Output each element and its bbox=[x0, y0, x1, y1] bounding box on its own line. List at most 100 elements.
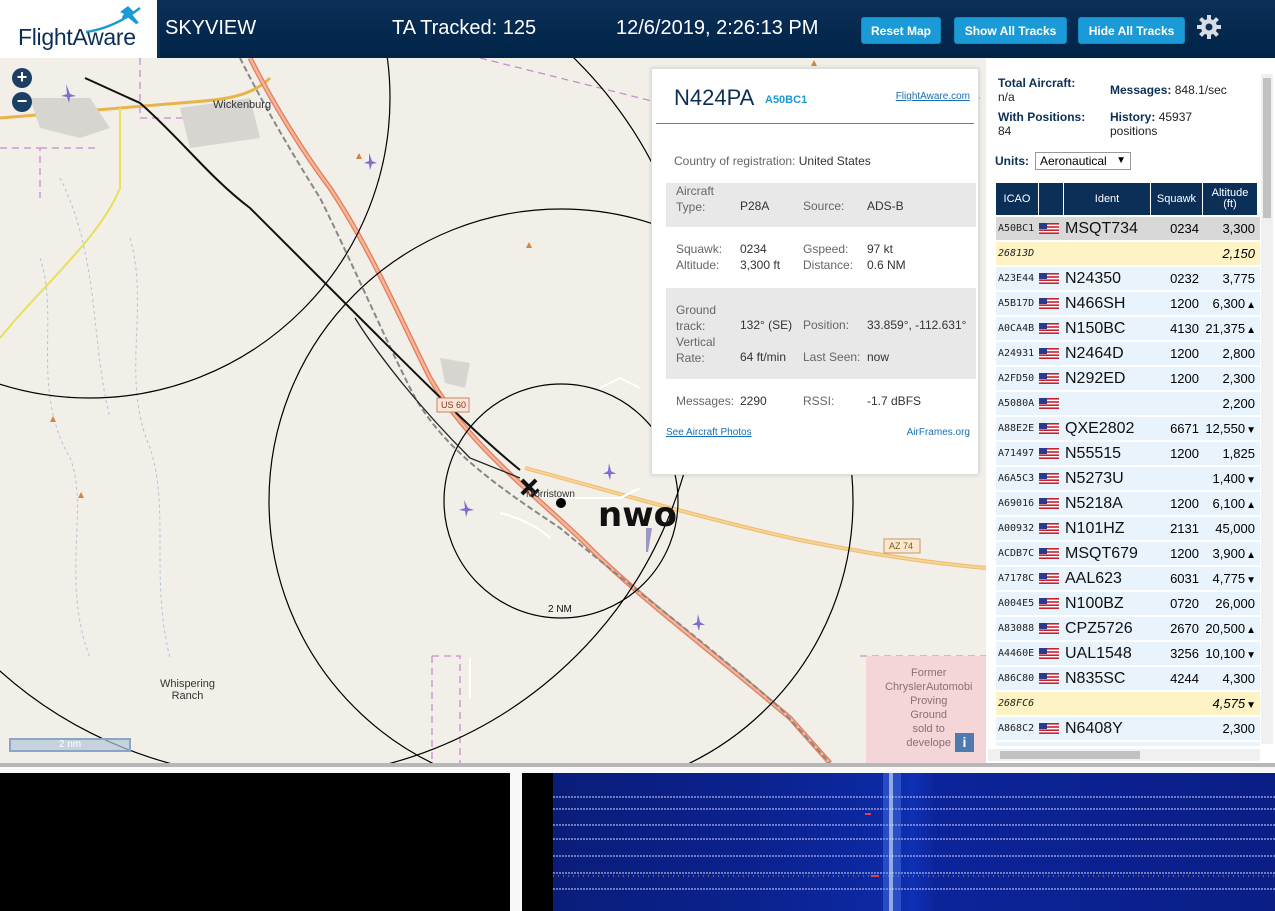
units-select[interactable]: Aeronautical ▼ bbox=[1035, 152, 1131, 170]
rssi-label: RSSI: bbox=[803, 394, 835, 408]
road-shield-us60: US 60 bbox=[441, 400, 467, 410]
zoom-out-button[interactable]: − bbox=[12, 92, 32, 112]
table-row[interactable]: A69016 N5218A 1200 6,100▲ bbox=[996, 492, 1260, 516]
last-seen-label: Last Seen: bbox=[803, 350, 861, 364]
cell-squawk: 0234 bbox=[1170, 221, 1199, 236]
flightaware-logo[interactable]: FlightAware bbox=[0, 0, 160, 58]
cell-icao: A6A5C3 bbox=[998, 473, 1035, 484]
table-row[interactable]: A50BC1 MSQT734 0234 3,300 bbox=[996, 217, 1260, 241]
cell-ident: N835SC bbox=[1065, 669, 1126, 687]
altitude-value: 45,000 bbox=[1215, 521, 1255, 536]
zoom-in-button[interactable]: + bbox=[12, 68, 32, 88]
cell-altitude: 3,300 bbox=[1203, 221, 1258, 236]
cell-squawk: 1200 bbox=[1170, 446, 1199, 461]
table-row[interactable]: A4DC0EN412FC12003,275▲ bbox=[996, 742, 1260, 746]
table-row[interactable]: A868C2 N6408Y 2,300 bbox=[996, 717, 1260, 741]
table-row[interactable]: A88E2E QXE2802 6671 12,550▼ bbox=[996, 417, 1260, 441]
messages-stat: Messages: 848.1/sec bbox=[1110, 83, 1227, 97]
cell-icao: A5B17D bbox=[998, 298, 1035, 309]
info-button[interactable]: i bbox=[955, 733, 974, 752]
show-all-tracks-button[interactable]: Show All Tracks bbox=[954, 17, 1067, 44]
table-row[interactable]: A00932 N101HZ 2131 45,000 bbox=[996, 517, 1260, 541]
aircraft-marker[interactable] bbox=[459, 500, 474, 517]
table-row[interactable]: A23E44 N24350 0232 3,775 bbox=[996, 267, 1260, 291]
table-row[interactable]: A24931 N2464D 1200 2,800 bbox=[996, 342, 1260, 366]
table-row[interactable]: A4460E UAL1548 3256 10,100▼ bbox=[996, 642, 1260, 666]
spectrum-panel bbox=[0, 763, 1275, 911]
altitude-value: 12,550 bbox=[1205, 421, 1246, 436]
units-label: Units: bbox=[995, 154, 1029, 168]
cell-flag bbox=[1039, 317, 1064, 341]
table-row[interactable]: A0CA4B N150BC 4130 21,375▲ bbox=[996, 317, 1260, 341]
cell-flag bbox=[1039, 542, 1064, 566]
column-header-squawk[interactable]: Squawk bbox=[1151, 183, 1203, 215]
messages-label: Messages: bbox=[676, 394, 735, 408]
us-flag-icon bbox=[1039, 723, 1059, 734]
cell-flag bbox=[1039, 292, 1064, 316]
cell-icao: A50BC1 bbox=[998, 223, 1035, 234]
table-row[interactable]: A7178C AAL623 6031 4,775▼ bbox=[996, 567, 1260, 591]
flightaware-link[interactable]: FlightAware.com bbox=[896, 91, 970, 102]
aircraft-marker[interactable] bbox=[603, 463, 616, 480]
cell-altitude: 3,775 bbox=[1203, 271, 1258, 286]
table-row[interactable]: A83088 CPZ5726 2670 20,500▲ bbox=[996, 617, 1260, 641]
scrollbar-thumb[interactable] bbox=[1263, 78, 1271, 218]
hide-all-tracks-button[interactable]: Hide All Tracks bbox=[1078, 17, 1185, 44]
gear-icon[interactable] bbox=[1196, 14, 1222, 40]
column-header-icao[interactable]: ICAO bbox=[996, 183, 1039, 215]
us-flag-icon bbox=[1039, 673, 1059, 684]
cell-ident: N24350 bbox=[1065, 269, 1122, 287]
cell-icao: A23E44 bbox=[998, 273, 1035, 284]
altitude-value: 4,575 bbox=[1212, 696, 1246, 711]
cell-squawk: 1200 bbox=[1170, 546, 1199, 561]
table-header: ICAO Ident Squawk Altitude (ft) bbox=[996, 183, 1260, 215]
waterfall-display bbox=[553, 773, 1275, 911]
table-row[interactable]: A86C80 N835SC 4244 4,300 bbox=[996, 667, 1260, 691]
horizontal-scrollbar[interactable] bbox=[988, 749, 1260, 761]
map-label-wickenburg: Wickenburg bbox=[213, 99, 272, 111]
cell-ident: AAL623 bbox=[1065, 569, 1122, 587]
descending-icon: ▼ bbox=[1246, 475, 1256, 486]
cell-flag bbox=[1039, 342, 1064, 366]
cell-ident: MSQT679 bbox=[1065, 544, 1138, 562]
column-header-ident[interactable]: Ident bbox=[1064, 183, 1151, 215]
airframes-link[interactable]: AirFrames.org bbox=[907, 427, 970, 438]
aircraft-marker[interactable] bbox=[364, 153, 377, 170]
vertical-scrollbar[interactable] bbox=[1261, 74, 1273, 744]
table-row[interactable]: A6A5C3 N5273U 1,400▼ bbox=[996, 467, 1260, 491]
distance-value: 0.6 NM bbox=[867, 258, 906, 272]
history-value: 45937 bbox=[1158, 110, 1193, 124]
table-row[interactable]: A71497 N55515 1200 1,825 bbox=[996, 442, 1260, 466]
messages-stat-value: 848.1/sec bbox=[1174, 83, 1227, 97]
us-flag-icon bbox=[1039, 523, 1059, 534]
table-row[interactable]: A2FD50 N292ED 1200 2,300 bbox=[996, 367, 1260, 391]
cell-altitude: 2,200 bbox=[1203, 396, 1258, 411]
table-row[interactable]: A5B17D N466SH 1200 6,300▲ bbox=[996, 292, 1260, 316]
cell-squawk: 0232 bbox=[1170, 271, 1199, 286]
column-header-flag[interactable] bbox=[1039, 183, 1064, 215]
aircraft-photos-link[interactable]: See Aircraft Photos bbox=[666, 427, 752, 438]
cell-ident: N150BC bbox=[1065, 319, 1126, 337]
descending-icon: ▼ bbox=[1246, 575, 1256, 586]
cell-ident: N412FC bbox=[1064, 745, 1151, 747]
table-row[interactable]: A004E5 N100BZ 0720 26,000 bbox=[996, 592, 1260, 616]
scrollbar-thumb[interactable] bbox=[1000, 751, 1140, 759]
map-label-whispering-ranch: Whispering Ranch bbox=[160, 678, 216, 702]
column-header-altitude[interactable]: Altitude (ft) bbox=[1203, 183, 1258, 215]
table-row[interactable]: ACDB7C MSQT679 1200 3,900▲ bbox=[996, 542, 1260, 566]
cell-squawk: 1200 bbox=[1170, 496, 1199, 511]
table-row[interactable]: 26813D 2,150 bbox=[996, 242, 1260, 266]
aircraft-marker[interactable] bbox=[692, 614, 705, 631]
messages-value: 2290 bbox=[740, 394, 767, 408]
table-row[interactable]: 268FC6 4,575▼ bbox=[996, 692, 1260, 716]
altitude-value: 3,300 bbox=[1222, 221, 1255, 236]
cell-altitude: 21,375▲ bbox=[1203, 321, 1258, 336]
aircraft-type-label: Aircraft Type: bbox=[676, 184, 715, 214]
cell-squawk: 0720 bbox=[1170, 596, 1199, 611]
reset-map-button[interactable]: Reset Map bbox=[861, 17, 941, 44]
table-row[interactable]: A5080A 2,200 bbox=[996, 392, 1260, 416]
climbing-icon: ▲ bbox=[1246, 325, 1256, 336]
cell-flag bbox=[1039, 592, 1064, 616]
history-unit: positions bbox=[1110, 124, 1158, 138]
cell-flag bbox=[1039, 242, 1064, 266]
